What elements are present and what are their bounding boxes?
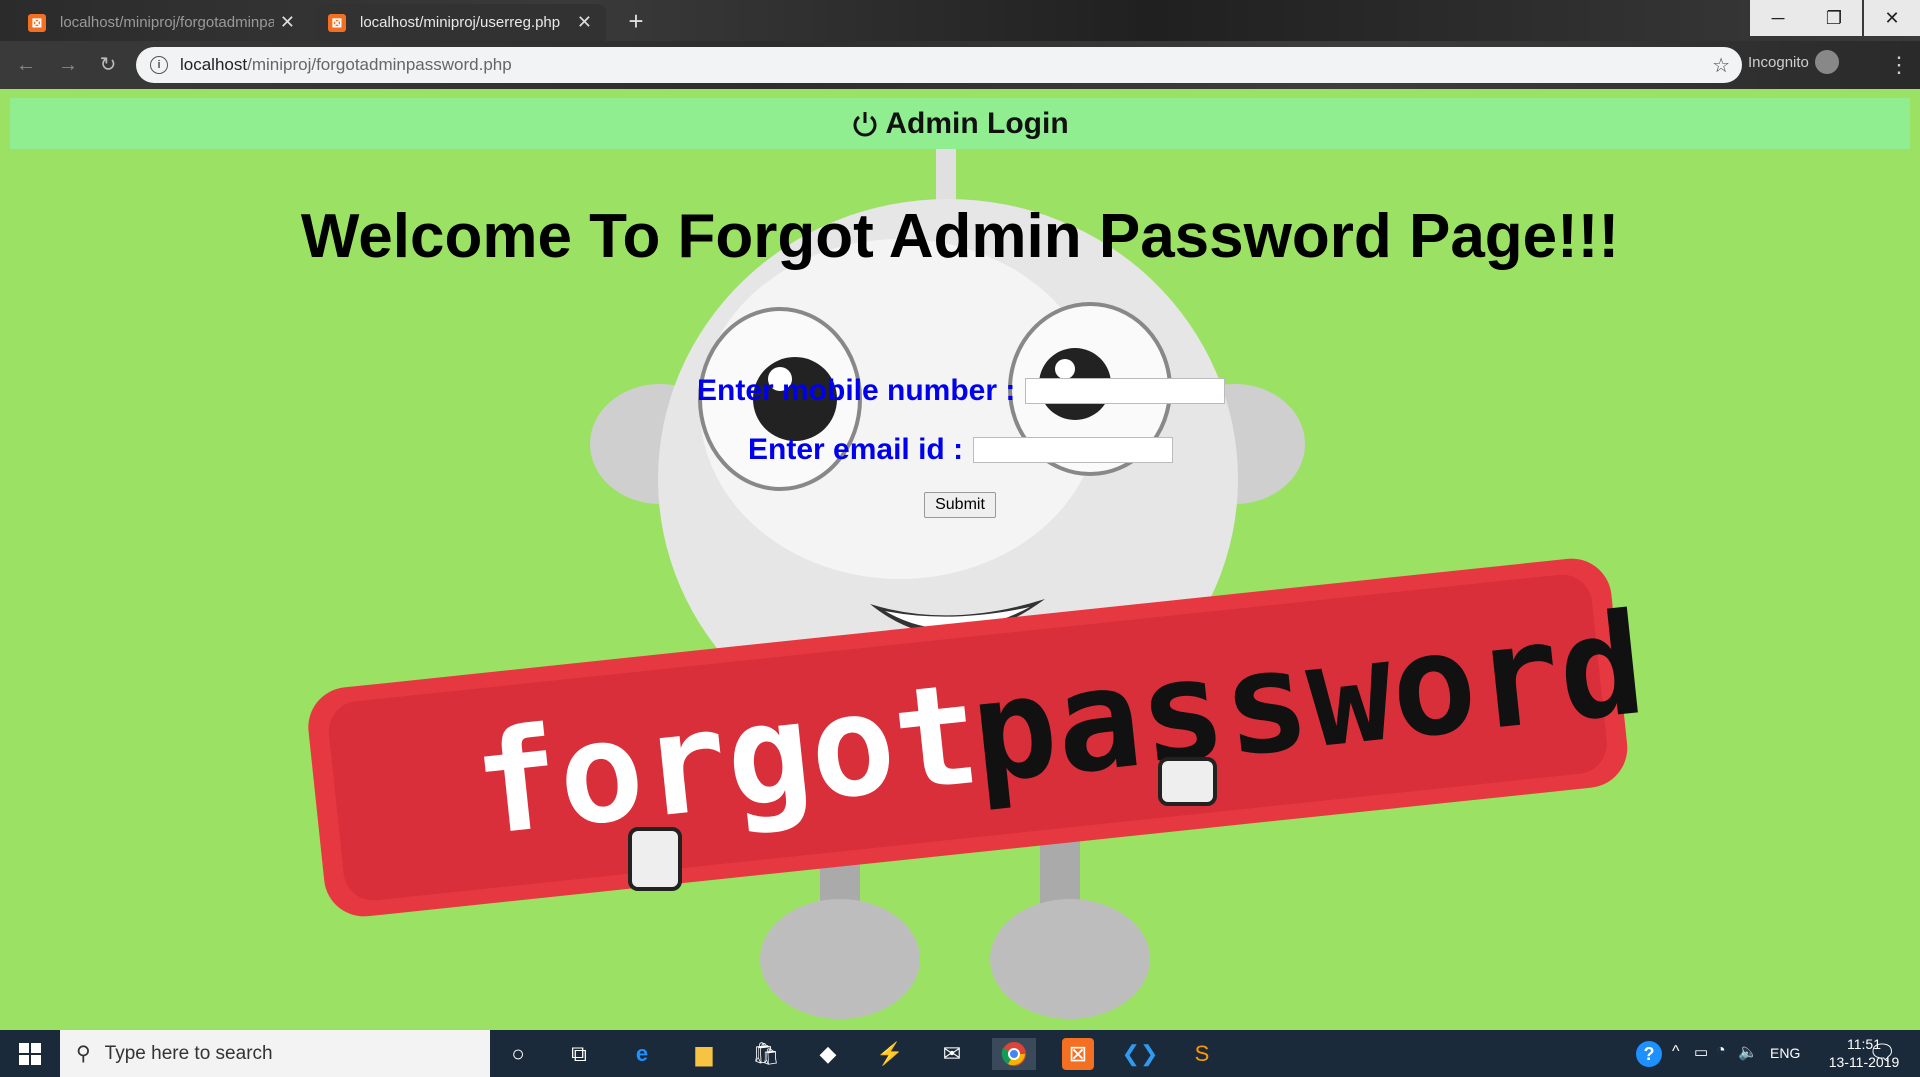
vscode-icon[interactable]: ❮❯ xyxy=(1122,1038,1159,1070)
admin-login-link[interactable]: Admin Login xyxy=(885,107,1068,141)
email-label: Enter email id : xyxy=(748,433,964,466)
incognito-icon xyxy=(1814,50,1839,74)
windows-taskbar: ⚲ Type here to search ○ ⧉ e ▆ 🛍 ◆ ⚡ ✉ ⊠ … xyxy=(0,1030,1920,1077)
taskbar-search[interactable]: ⚲ Type here to search xyxy=(60,1030,490,1077)
close-icon[interactable]: ✕ xyxy=(577,12,592,33)
xampp-favicon-icon: ⊠ xyxy=(28,13,46,32)
address-bar[interactable]: i localhost/miniproj/forgotadminpassword… xyxy=(136,47,1742,83)
incognito-label: Incognito xyxy=(1748,53,1809,71)
incognito-indicator[interactable]: Incognito xyxy=(1748,50,1839,74)
edge-icon[interactable]: e xyxy=(626,1038,658,1070)
xampp-favicon-icon: ⊠ xyxy=(328,13,346,32)
notification-icon[interactable]: 🗨 xyxy=(1868,1040,1896,1066)
close-window-button[interactable]: ✕ xyxy=(1864,0,1920,36)
info-icon[interactable]: i xyxy=(150,56,168,74)
chevron-up-icon[interactable]: ^ xyxy=(1672,1043,1680,1061)
back-arrow-icon[interactable]: ← xyxy=(10,49,42,81)
start-button[interactable] xyxy=(0,1030,60,1077)
store-icon[interactable]: 🛍 xyxy=(750,1038,782,1070)
volume-icon[interactable]: 🔈 xyxy=(1738,1042,1758,1062)
help-icon[interactable]: ? xyxy=(1636,1041,1662,1067)
tab-title: localhost/miniproj/userreg.php xyxy=(360,14,561,31)
tab-title: localhost/miniproj/forgotadminpassword.p… xyxy=(60,14,274,31)
new-tab-button[interactable]: + xyxy=(620,4,652,38)
url-text[interactable]: localhost/miniproj/forgotadminpassword.p… xyxy=(180,55,512,75)
restore-button[interactable]: ❐ xyxy=(1806,0,1862,36)
kebab-menu-icon[interactable]: ⋮ xyxy=(1888,52,1910,78)
forward-arrow-icon[interactable]: → xyxy=(52,49,84,81)
bookmark-star-icon[interactable]: ☆ xyxy=(1712,53,1730,78)
mobile-label: Enter mobile number : xyxy=(697,374,1016,407)
search-icon: ⚲ xyxy=(76,1043,91,1065)
search-placeholder: Type here to search xyxy=(104,1042,273,1064)
xampp-icon[interactable]: ⊠ xyxy=(1062,1038,1094,1070)
tab-userreg[interactable]: ⊠ localhost/miniproj/userreg.php ✕ xyxy=(314,4,606,41)
tab-forgot-admin-password[interactable]: ⊠ localhost/miniproj/forgotadminpassword… xyxy=(14,4,309,41)
task-view-icon[interactable]: ⧉ xyxy=(563,1038,595,1070)
file-explorer-icon[interactable]: ▆ xyxy=(688,1038,720,1070)
admin-login-bar[interactable]: Admin Login xyxy=(10,98,1910,149)
close-icon[interactable]: ✕ xyxy=(280,12,295,33)
page-content: Admin Login forgot password Welcome To F… xyxy=(0,89,1920,1030)
browser-toolbar: ← → ↻ i localhost/miniproj/forgotadminpa… xyxy=(0,41,1920,89)
submit-button[interactable]: Submit xyxy=(924,492,996,518)
dropbox-icon[interactable]: ◆ xyxy=(812,1038,844,1070)
mobile-row: Enter mobile number : xyxy=(697,374,1226,408)
wifi-icon[interactable]: ◔ xyxy=(1716,1042,1726,1060)
cortana-icon[interactable]: ○ xyxy=(502,1038,534,1070)
email-input[interactable] xyxy=(973,437,1174,463)
windows-logo-icon xyxy=(19,1042,41,1065)
chrome-icon[interactable] xyxy=(992,1038,1036,1070)
vs-icon[interactable]: ⚡ xyxy=(874,1038,906,1070)
forgot-password-robot-illustration: forgot password xyxy=(308,149,1640,1019)
minimize-button[interactable]: ─ xyxy=(1750,0,1806,36)
power-icon xyxy=(851,110,879,138)
email-row: Enter email id : xyxy=(748,433,1174,467)
mobile-number-input[interactable] xyxy=(1025,378,1226,404)
mail-icon[interactable]: ✉ xyxy=(936,1038,968,1070)
battery-icon[interactable]: ▭ xyxy=(1694,1043,1708,1061)
language-indicator[interactable]: ENG xyxy=(1770,1045,1800,1061)
reload-icon[interactable]: ↻ xyxy=(92,49,124,81)
page-heading: Welcome To Forgot Admin Password Page!!! xyxy=(300,202,1620,271)
sublime-icon[interactable]: S xyxy=(1186,1038,1218,1070)
tab-strip: ⊠ localhost/miniproj/forgotadminpassword… xyxy=(0,0,1920,41)
